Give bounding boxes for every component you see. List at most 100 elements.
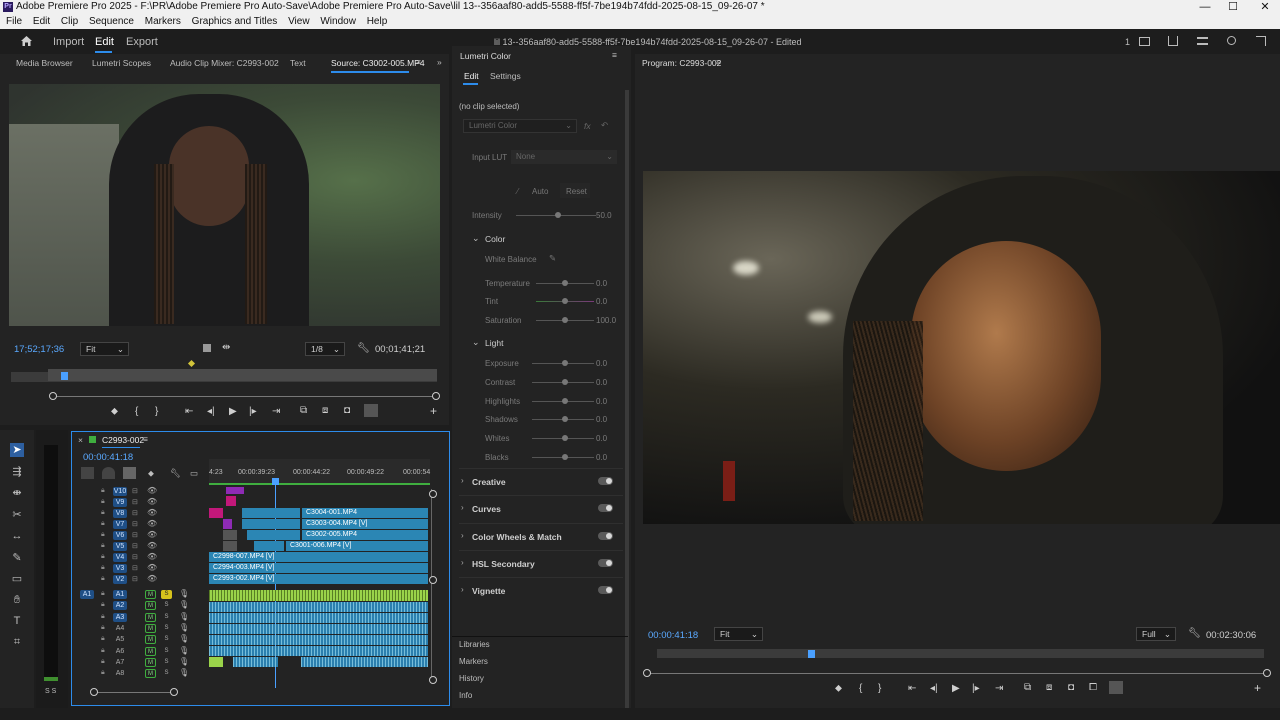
fullscreen-icon[interactable] (1256, 36, 1266, 46)
microphone-icon[interactable]: 🎙︎ (179, 589, 189, 598)
mute-button[interactable]: M (145, 646, 156, 656)
clip-c3001-006[interactable]: C3001-006.MP4 [V] (286, 541, 428, 551)
snap-icon[interactable] (102, 467, 115, 479)
track-label-a2[interactable]: A2 (113, 601, 127, 611)
lift-icon[interactable]: ⧉ (1024, 682, 1031, 693)
sync-lock-icon[interactable]: ⊟ (132, 509, 138, 517)
solo-button[interactable]: S (161, 658, 172, 667)
blacks-knob[interactable] (562, 454, 568, 460)
auto-wand-icon[interactable]: ⁄ (517, 186, 518, 196)
clip-effect-dropdown[interactable]: Lumetri Color ⌄ (463, 119, 577, 133)
saturation-value[interactable]: 100.0 (596, 316, 621, 325)
eye-icon[interactable]: 👁︎ (147, 541, 157, 550)
program-step-back-icon[interactable]: ◂| (930, 683, 938, 694)
add-marker-icon[interactable]: ⬥ (111, 406, 118, 417)
hscroll-handle-left[interactable] (90, 688, 98, 696)
creative-toggle[interactable] (598, 477, 613, 485)
mute-button[interactable]: M (145, 601, 156, 611)
program-button-editor-icon[interactable] (1109, 681, 1123, 694)
source-video-frame[interactable] (9, 84, 440, 326)
panel-layout-icon[interactable] (1139, 37, 1150, 46)
selection-tool-icon[interactable]: ➤ (10, 443, 24, 457)
eye-icon[interactable]: 👁︎ (147, 519, 157, 528)
menu-clip[interactable]: Clip (61, 16, 78, 27)
program-wrench-icon[interactable]: 🔧︎ (1188, 628, 1201, 639)
sync-lock-icon[interactable]: ⊟ (132, 487, 138, 495)
v7-clip-purple[interactable] (223, 519, 232, 529)
eye-icon[interactable]: 👁︎ (147, 530, 157, 539)
add-button-icon[interactable]: + (430, 404, 437, 418)
export-frame-icon[interactable]: ◘ (344, 405, 350, 416)
v8-clip-magenta[interactable] (209, 508, 223, 518)
program-export-frame-icon[interactable]: ◘ (1068, 682, 1074, 693)
audio-clip-a4[interactable] (209, 624, 428, 634)
overwrite-icon[interactable]: ⧈ (322, 405, 328, 416)
button-editor-icon[interactable] (364, 404, 378, 417)
share-icon[interactable] (1168, 36, 1178, 46)
microphone-icon[interactable]: 🎙︎ (179, 612, 189, 621)
hsl-toggle[interactable] (598, 559, 613, 567)
sequence-menu-icon[interactable]: ≡ (143, 434, 148, 444)
source-zoom-handle-left[interactable] (49, 392, 57, 400)
eye-icon[interactable]: 👁︎ (147, 552, 157, 561)
program-zoom-handle-left[interactable] (643, 669, 651, 677)
contrast-value[interactable]: 0.0 (596, 378, 616, 387)
insert-marker-icon[interactable]: ⇹ (222, 342, 230, 353)
source-fit-dropdown[interactable]: Fit ⌄ (80, 342, 129, 356)
hand-tool-icon[interactable]: ✋︎ (10, 593, 24, 607)
track-label-a7[interactable]: A7 (113, 658, 127, 667)
sequence-tab[interactable]: C2993-002 (102, 435, 144, 445)
track-label-v5[interactable]: V5 (113, 542, 127, 551)
go-to-in-icon[interactable]: ⇤ (185, 406, 193, 417)
track-label-v9[interactable]: V9 (113, 498, 127, 507)
home-icon[interactable] (20, 35, 33, 47)
menu-sequence[interactable]: Sequence (89, 16, 134, 27)
tint-value[interactable]: 0.0 (596, 297, 616, 306)
lock-icon[interactable]: 🔒︎ (101, 520, 105, 528)
section-hsl-secondary[interactable]: › HSL Secondary (459, 550, 623, 575)
sync-lock-icon[interactable]: ⊟ (132, 575, 138, 583)
vscroll-handle-mid[interactable] (429, 576, 437, 584)
program-go-to-out-icon[interactable]: ⇥ (995, 683, 1003, 694)
reset-effect-icon[interactable]: ↶ (601, 120, 608, 131)
solo-button[interactable]: S (161, 635, 172, 644)
section-color-wheels[interactable]: › Color Wheels & Match (459, 523, 623, 548)
track-label-a1[interactable]: A1 (113, 590, 127, 599)
edit-tab[interactable]: Edit (95, 36, 114, 48)
lock-icon[interactable]: 🔒︎ (101, 553, 105, 561)
lock-icon[interactable]: 🔒︎ (101, 669, 105, 677)
track-label-v3[interactable]: V3 (113, 564, 127, 573)
program-go-to-in-icon[interactable]: ⇤ (908, 683, 916, 694)
track-label-a8[interactable]: A8 (113, 669, 127, 678)
clip-c3002-005[interactable]: C3002-005.MP4 (302, 530, 428, 540)
solo-button[interactable]: S (161, 647, 172, 656)
info-panel-tab[interactable]: Info (459, 691, 472, 700)
source-zoom-bar[interactable] (53, 396, 436, 397)
lock-icon[interactable]: 🔒︎ (101, 498, 105, 506)
source-marker[interactable] (187, 359, 196, 368)
wrench-icon[interactable]: 🔧︎ (357, 343, 370, 354)
clip-c2998-007[interactable]: C2998-007.MP4 [V] (209, 552, 428, 562)
curves-toggle[interactable] (598, 504, 613, 512)
track-label-v2[interactable]: V2 (113, 575, 127, 584)
microphone-icon[interactable]: 🎙︎ (179, 657, 189, 666)
work-area-bar[interactable] (209, 483, 430, 485)
program-add-button-icon[interactable]: + (1254, 681, 1261, 695)
close-button[interactable]: ✕ (1250, 0, 1280, 14)
play-icon[interactable]: ▶ (229, 406, 237, 417)
program-time-ruler[interactable] (657, 649, 1264, 658)
program-play-icon[interactable]: ▶ (952, 683, 960, 694)
track-select-tool-icon[interactable]: ⇶ (10, 465, 24, 479)
v5-clip-blue[interactable] (254, 541, 284, 551)
export-tab[interactable]: Export (126, 36, 158, 48)
clip-c3003-004[interactable]: C3003-004.MP4 [V] (302, 519, 428, 529)
lock-icon[interactable]: 🔒︎ (101, 601, 105, 609)
minimize-button[interactable]: — (1190, 0, 1220, 14)
mute-button[interactable]: M (145, 669, 156, 679)
source-timecode[interactable]: 17;52;17;36 (14, 344, 64, 355)
section-creative[interactable]: › Creative (459, 468, 623, 493)
timeline-settings-icon[interactable]: 🔧︎ (170, 468, 181, 479)
menu-file[interactable]: File (6, 16, 22, 27)
light-chevron-icon[interactable]: ⌄ (472, 337, 480, 348)
caption-tool-icon[interactable]: ⌗ (10, 635, 24, 649)
